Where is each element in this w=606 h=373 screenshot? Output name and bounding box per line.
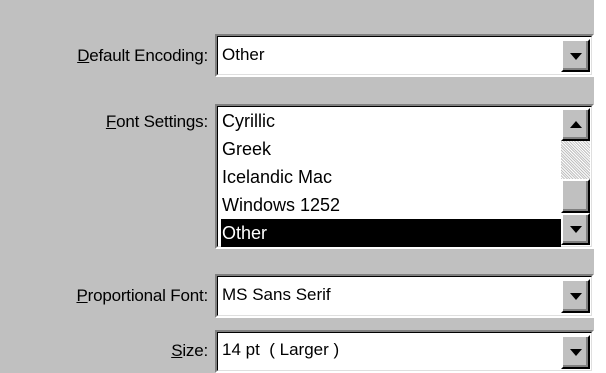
triangle-down-icon: [569, 349, 582, 356]
list-item-label: Icelandic Mac: [222, 167, 333, 187]
font-settings-label: Font Settings:: [30, 112, 208, 132]
default-encoding-label-text: efault Encoding:: [89, 46, 208, 65]
default-encoding-dropdown[interactable]: Other: [215, 34, 594, 77]
scroll-down-button[interactable]: [561, 213, 590, 245]
list-item-label: Other: [222, 223, 268, 243]
proportional-font-label: Proportional Font:: [30, 286, 208, 306]
triangle-up-icon: [569, 120, 582, 128]
size-value: 14 pt ( Larger ): [222, 340, 340, 359]
proportional-font-value: MS Sans Serif: [222, 285, 331, 304]
list-item[interactable]: Icelandic Mac: [221, 163, 561, 191]
font-settings-label-text: ont Settings:: [116, 112, 208, 131]
proportional-font-dropdown[interactable]: MS Sans Serif: [215, 274, 594, 318]
triangle-down-icon: [569, 52, 582, 60]
proportional-font-dropdown-button[interactable]: [561, 279, 590, 313]
scroll-up-button[interactable]: [561, 108, 590, 141]
default-encoding-label-mnemonic: D: [77, 46, 90, 65]
default-encoding-dropdown-button[interactable]: [561, 39, 590, 72]
triangle-down-icon: [569, 293, 582, 300]
list-item-label: Greek: [222, 139, 272, 159]
size-label: Size:: [30, 341, 208, 361]
proportional-font-label-text: roportional Font:: [87, 286, 209, 305]
font-settings-listbox[interactable]: Cyrillic Greek Icelandic Mac Windows 125…: [215, 104, 594, 249]
list-item-selected[interactable]: Other: [221, 219, 561, 247]
default-encoding-frame: [217, 36, 592, 75]
default-encoding-label: Default Encoding:: [30, 46, 208, 66]
list-item[interactable]: Greek: [221, 135, 561, 163]
default-encoding-value: Other: [222, 45, 265, 64]
list-item-label: Windows 1252: [222, 195, 341, 215]
font-settings-label-mnemonic: F: [105, 112, 117, 131]
triangle-down-icon: [569, 226, 582, 233]
size-dropdown-button[interactable]: [561, 335, 590, 369]
list-item[interactable]: Windows 1252: [221, 191, 561, 219]
list-item-label: Cyrillic: [222, 111, 275, 131]
fonts-settings-panel: Default Encoding: Other Font Settings: C…: [0, 0, 594, 373]
size-dropdown[interactable]: 14 pt ( Larger ): [215, 330, 594, 373]
list-item[interactable]: Cyrillic: [221, 107, 561, 135]
scrollbar-thumb[interactable]: [561, 179, 590, 213]
size-label-mnemonic: S: [171, 341, 183, 360]
proportional-font-label-mnemonic: P: [76, 286, 88, 305]
scrollbar-track[interactable]: [561, 141, 590, 179]
size-label-text: ize:: [182, 341, 208, 360]
